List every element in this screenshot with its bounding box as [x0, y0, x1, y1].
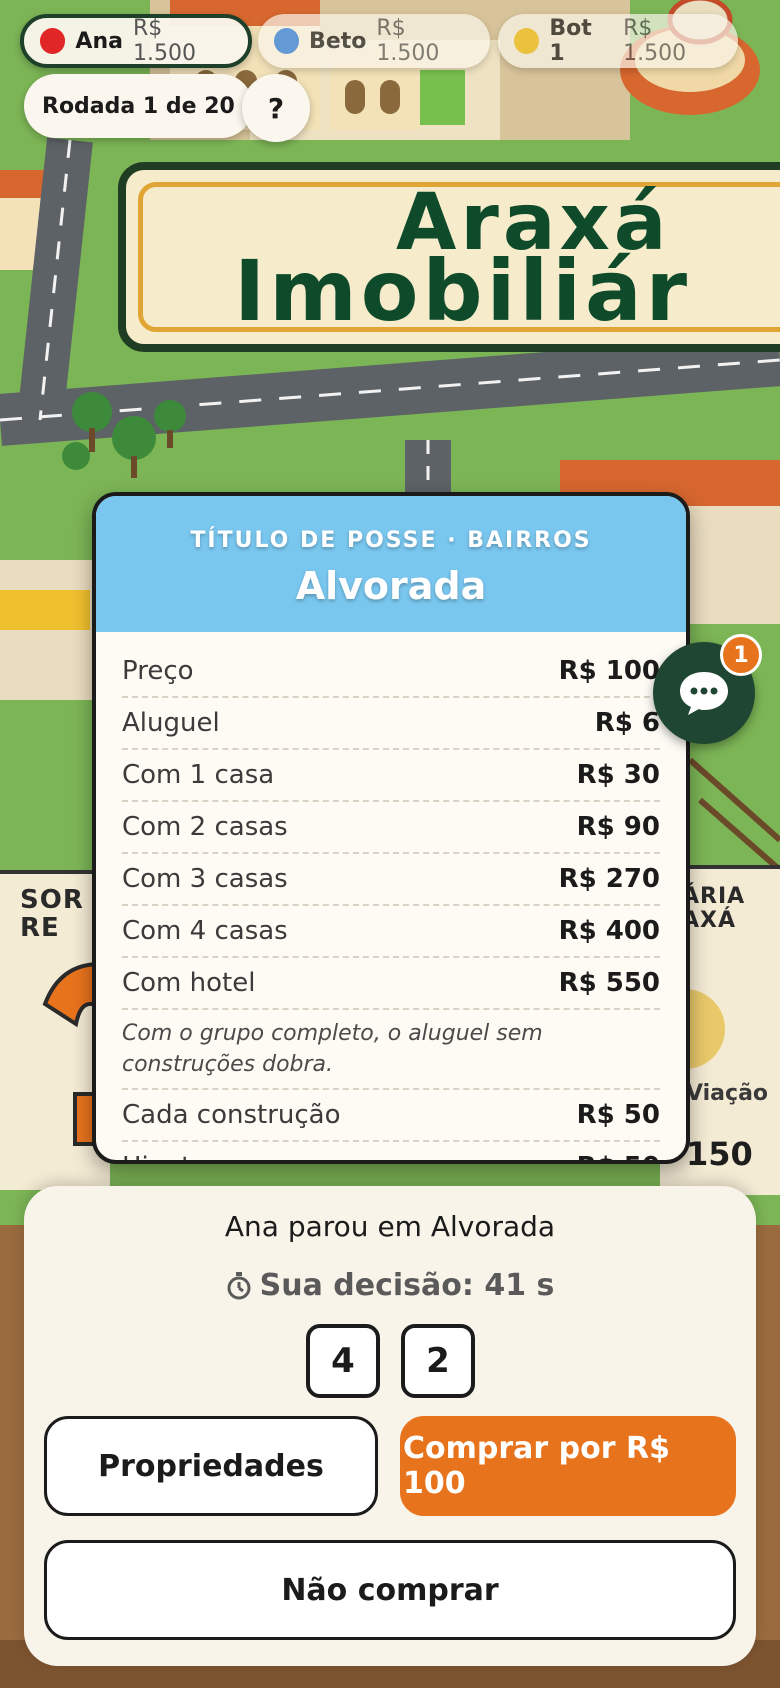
table-row: Preço R$ 100 [122, 646, 660, 698]
properties-button[interactable]: Propriedades [44, 1416, 378, 1516]
decision-timer: Sua decisão: 41 s [24, 1268, 756, 1303]
row-value: R$ 100 [558, 656, 660, 686]
chat-icon [680, 672, 728, 715]
player-name: Beto [309, 28, 367, 54]
player-token-icon [274, 28, 300, 54]
row-value: R$ 50 [577, 1152, 660, 1160]
board-logo-line2: Imobiliár [234, 242, 692, 340]
die-1: 4 [306, 1324, 380, 1398]
table-row: Com hotel R$ 550 [122, 958, 660, 1010]
row-label: Com 4 casas [122, 916, 288, 946]
table-row: Hipoteca R$ 50 [122, 1142, 660, 1160]
row-label: Hipoteca [122, 1152, 238, 1160]
player-money: R$ 1.500 [623, 16, 687, 66]
right-space-sub: Viação [686, 1081, 769, 1106]
buy-property-button[interactable]: Comprar por R$ 100 [400, 1416, 736, 1516]
property-name: Alvorada [295, 564, 487, 608]
right-space-label-2: AXÁ [682, 908, 737, 933]
player-money: R$ 1.500 [132, 16, 196, 66]
action-sheet: Ana parou em Alvorada Sua decisão: 41 s … [24, 1186, 756, 1666]
row-value: R$ 400 [558, 916, 660, 946]
row-value: R$ 550 [558, 968, 660, 998]
chat-unread-badge: 1 [720, 634, 762, 676]
right-space-price: 150 [686, 1135, 753, 1173]
stopwatch-icon [227, 1271, 251, 1299]
player-name: Ana [75, 28, 123, 54]
table-row: Com 3 casas R$ 270 [122, 854, 660, 906]
row-label: Preço [122, 656, 194, 686]
row-label: Aluguel [122, 708, 220, 738]
row-label: Com hotel [122, 968, 256, 998]
decline-purchase-button[interactable]: Não comprar [44, 1540, 736, 1640]
row-label: Com 3 casas [122, 864, 288, 894]
player-chip-beto[interactable]: Beto R$ 1.500 [258, 14, 490, 68]
table-row: Aluguel R$ 6 [122, 698, 660, 750]
row-value: R$ 90 [576, 812, 660, 842]
player-money: R$ 1.500 [376, 16, 440, 66]
table-row: Cada construção R$ 50 [122, 1090, 660, 1142]
row-value: R$ 50 [576, 1100, 660, 1130]
row-value: R$ 6 [594, 708, 660, 738]
row-label: Com 1 casa [122, 760, 275, 790]
player-name: Bot 1 [549, 16, 592, 66]
property-note: Com o grupo completo, o aluguel sem cons… [122, 1010, 660, 1090]
timer-text: Sua decisão: 41 s [259, 1268, 555, 1303]
table-row: Com 2 casas R$ 90 [122, 802, 660, 854]
left-space-label-2: RE [20, 913, 60, 943]
player-token-icon [514, 28, 540, 54]
table-row: Com 1 casa R$ 30 [122, 750, 660, 802]
help-button[interactable]: ? [242, 74, 310, 142]
board-logo: Araxá Imobiliár [118, 162, 780, 352]
landing-message: Ana parou em Alvorada [224, 1210, 556, 1243]
player-token-icon [40, 28, 66, 54]
die-2: 2 [401, 1324, 475, 1398]
property-rent-table: Preço R$ 100 Aluguel R$ 6 Com 1 casa R$ 30 … [96, 632, 686, 1160]
property-category: TÍTULO DE POSSE · BAIRROS [190, 528, 592, 553]
player-chip-bot1[interactable]: Bot 1 R$ 1.500 [498, 14, 738, 68]
row-label: Com 2 casas [122, 812, 288, 842]
row-label: Cada construção [122, 1100, 341, 1130]
row-value: R$ 270 [558, 864, 660, 894]
left-space-label-1: SOR [20, 885, 84, 915]
right-space-label-1: ÁRIA [682, 884, 746, 909]
row-value: R$ 30 [576, 760, 660, 790]
round-indicator: Rodada 1 de 20 [24, 74, 253, 138]
property-card-header: TÍTULO DE POSSE · BAIRROS Alvorada [96, 496, 686, 632]
property-card: TÍTULO DE POSSE · BAIRROS Alvorada Preço… [92, 492, 690, 1164]
table-row: Com 4 casas R$ 400 [122, 906, 660, 958]
player-chip-ana[interactable]: Ana R$ 1.500 [20, 14, 252, 68]
